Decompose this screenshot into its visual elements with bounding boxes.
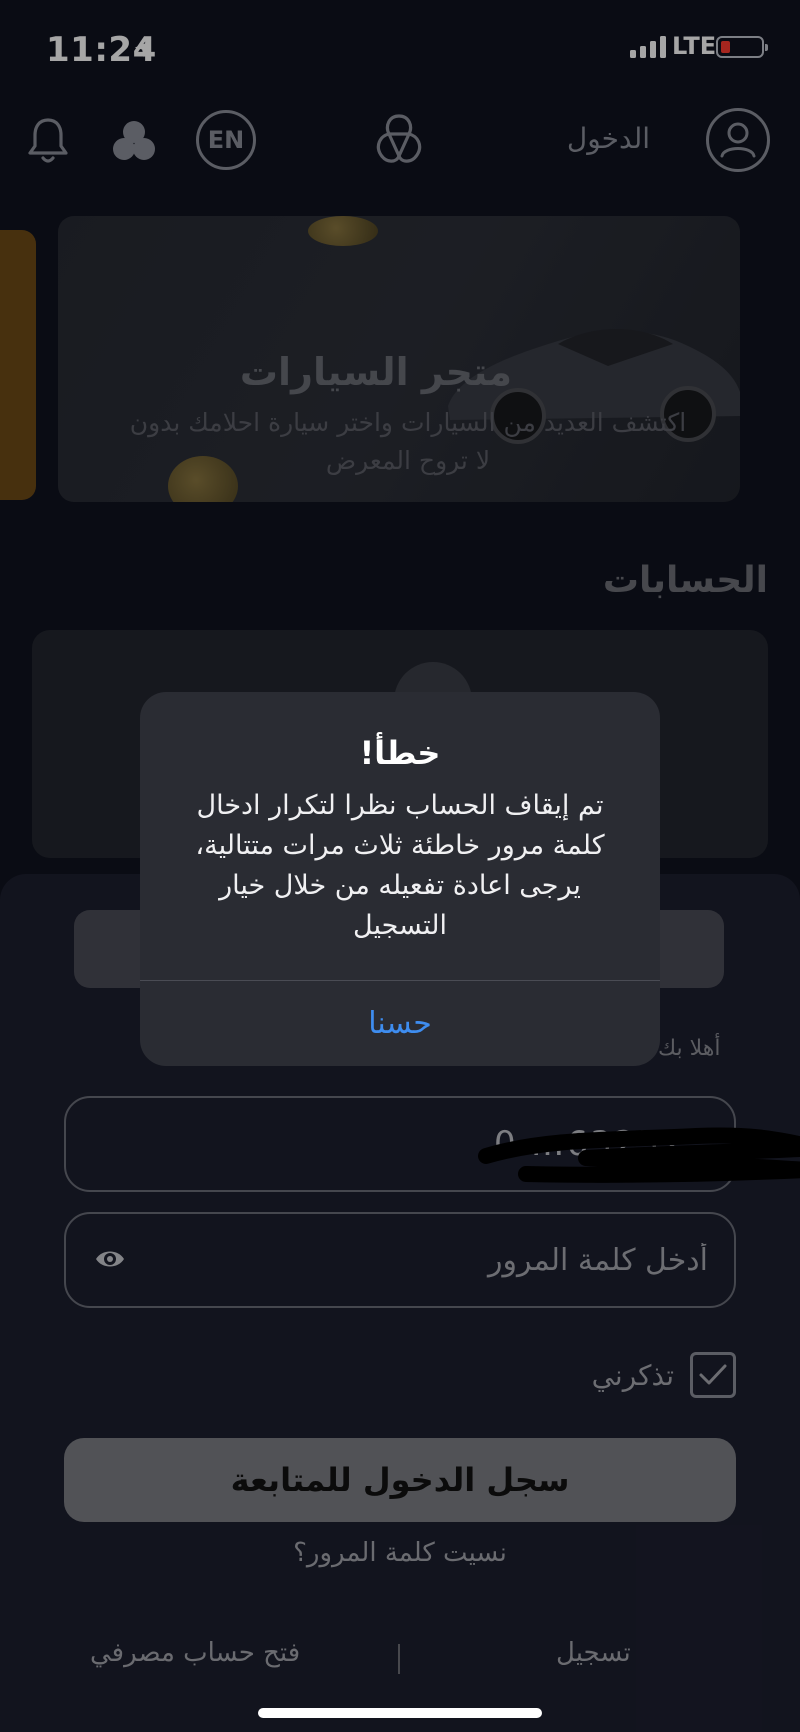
alert-ok-button[interactable]: حسنا [140,981,660,1066]
alert-message: تم إيقاف الحساب نظرا لتكرار ادخال كلمة م… [195,790,605,941]
home-indicator[interactable] [258,1708,542,1718]
alert-title: خطأ! [359,734,441,772]
error-alert-dialog: خطأ! تم إيقاف الحساب نظرا لتكرار ادخال ك… [140,692,660,1066]
